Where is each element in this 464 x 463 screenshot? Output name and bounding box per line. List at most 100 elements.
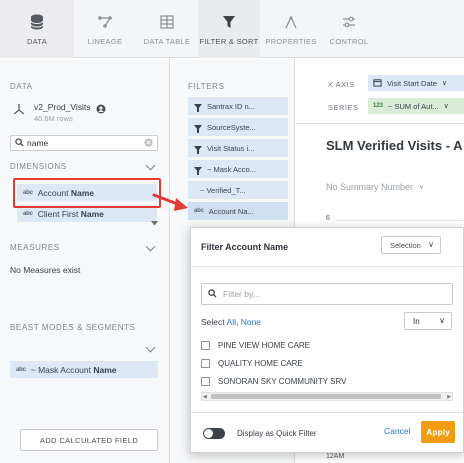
red-arrow-icon [152, 193, 188, 211]
filter-option-label: QUALITY HOME CARE [218, 359, 303, 368]
beast-mode-label: ~ Mask Account Name [30, 364, 117, 375]
x-axis-field-label: Visit Start Date [387, 78, 437, 88]
cancel-button[interactable]: Cancel [384, 426, 410, 436]
divider [191, 412, 463, 413]
tab-properties[interactable]: PROPERTIES [260, 0, 322, 58]
tab-data-table[interactable]: DATA TABLE [136, 0, 198, 58]
dataset-name[interactable]: v2_Prod_Visits [34, 102, 91, 112]
filter-item-label: ~ Verified_T... [200, 185, 246, 195]
database-icon [28, 13, 46, 31]
checkbox[interactable] [201, 359, 210, 368]
filter-item[interactable]: ~ Mask Acco... [188, 160, 288, 178]
search-icon [15, 137, 24, 149]
funnel-icon [194, 103, 202, 112]
table-icon [158, 13, 176, 31]
series-label: SERIES [328, 103, 359, 112]
filter-option-label: SONORAN SKY COMMUNITY SRV [218, 377, 347, 386]
dataset-owner-icon [96, 101, 106, 119]
search-icon [208, 288, 217, 300]
top-toolbar: DATA LINEAGE DATA TABLE FILTER & SORT PR… [0, 0, 464, 58]
filter-item[interactable]: Visit Status i... [188, 139, 288, 157]
filter-item-label: Visit Status i... [207, 143, 255, 153]
control-icon [340, 13, 358, 31]
select-links: Select All, None [201, 317, 262, 327]
calendar-icon [373, 78, 382, 89]
checkbox[interactable] [201, 341, 210, 350]
filter-item[interactable]: SourceSyste... [188, 118, 288, 136]
filter-item-label: ~ Mask Acco... [207, 164, 256, 174]
filter-search-input[interactable]: Filter by... [201, 283, 453, 305]
chevron-down-icon[interactable] [145, 241, 156, 252]
field-search-input[interactable]: name [10, 135, 158, 151]
apply-button[interactable]: Apply [421, 421, 455, 443]
checkbox[interactable] [201, 377, 210, 386]
scroll-left-icon[interactable]: ◀ [203, 394, 207, 400]
chevron-down-icon[interactable] [145, 160, 156, 171]
tab-control-label: CONTROL [329, 36, 369, 46]
filters-label: FILTERS [188, 82, 225, 91]
chevron-down-icon: ∨ [428, 240, 434, 249]
gridline [336, 220, 464, 221]
select-none-link[interactable]: None [241, 317, 261, 327]
quick-filter-toggle[interactable] [203, 428, 225, 439]
data-section-label: DATA [10, 82, 33, 91]
tab-data[interactable]: DATA [0, 0, 74, 58]
chevron-down-icon: ∨ [419, 184, 425, 191]
y-tick: 6 [326, 215, 330, 222]
text-type-icon: abc [194, 208, 204, 214]
tab-lineage[interactable]: LINEAGE [74, 0, 136, 58]
chevron-down-icon[interactable] [145, 342, 156, 353]
filter-mode-label: Selection [390, 240, 421, 250]
divider [296, 123, 464, 124]
beast-mode-mask-account-name[interactable]: abc ~ Mask Account Name [10, 361, 158, 378]
select-all-link[interactable]: All [227, 317, 236, 327]
scroll-right-icon[interactable]: ▶ [447, 394, 451, 400]
dimensions-label: DIMENSIONS [10, 162, 67, 171]
clear-search-icon[interactable] [144, 137, 153, 149]
dimension-label: Client First Name [37, 208, 104, 219]
filter-option[interactable]: PINE VIEW HOME CARE [201, 341, 310, 350]
operator-dropdown[interactable]: In ∨ [404, 312, 452, 330]
divider [191, 266, 463, 267]
quick-filter-label: Display as Quick Filter [237, 429, 317, 438]
scrollbar-thumb[interactable] [211, 394, 441, 399]
add-calculated-field-button[interactable]: ADD CALCULATED FIELD [20, 429, 158, 451]
text-type-icon: abc [23, 210, 33, 217]
filter-item-account-name[interactable]: abc Account Na... [188, 202, 288, 220]
text-type-icon: abc [16, 366, 26, 373]
filter-mode-dropdown[interactable]: Selection ∨ [381, 236, 441, 254]
x-axis-field[interactable]: Visit Start Date ∨ [368, 75, 464, 91]
filter-option[interactable]: SONORAN SKY COMMUNITY SRV [201, 377, 346, 386]
scroll-down-icon[interactable] [151, 221, 158, 226]
horizontal-scrollbar[interactable]: ◀ ▶ [201, 392, 453, 401]
operator-label: In [413, 316, 420, 326]
filter-item[interactable]: ~ Verified_T... [188, 181, 288, 199]
select-prefix: Select [201, 317, 225, 327]
tab-control[interactable]: CONTROL [322, 0, 376, 58]
series-field-label: ~ SUM of Aut... [388, 101, 439, 111]
filter-option[interactable]: QUALITY HOME CARE [201, 359, 303, 368]
tab-filter-sort-label: FILTER & SORT [199, 36, 259, 46]
search-value: name [27, 138, 49, 148]
summary-number-dropdown[interactable]: No Summary Number ∨ [326, 182, 424, 192]
filter-item-label: SourceSyste... [207, 122, 256, 132]
x-axis-label: X AXIS [328, 80, 355, 89]
filter-popup: Filter Account Name Selection ∨ Filter b… [190, 227, 464, 453]
tab-data-table-label: DATA TABLE [143, 36, 191, 46]
series-field[interactable]: 123 ~ SUM of Aut... ∨ [368, 98, 464, 114]
x-tick: 12AM [326, 453, 345, 460]
summary-label: No Summary Number [326, 182, 414, 192]
funnel-icon [194, 145, 202, 154]
tab-data-label: DATA [26, 36, 48, 46]
filter-popup-title: Filter Account Name [201, 242, 289, 252]
tab-filter-sort[interactable]: FILTER & SORT [198, 0, 260, 58]
chart-title[interactable]: SLM Verified Visits - A [326, 138, 463, 153]
number-type-icon: 123 [373, 103, 384, 109]
dataset-rows: 40.6M rows [34, 114, 73, 123]
filter-item[interactable]: Santrax ID n... [188, 97, 288, 115]
beast-modes-label: BEAST MODES & SEGMENTS [10, 323, 136, 332]
properties-icon [282, 13, 300, 31]
lineage-icon [96, 13, 114, 31]
chevron-down-icon: ∨ [441, 80, 448, 87]
chevron-down-icon: ∨ [443, 103, 449, 110]
